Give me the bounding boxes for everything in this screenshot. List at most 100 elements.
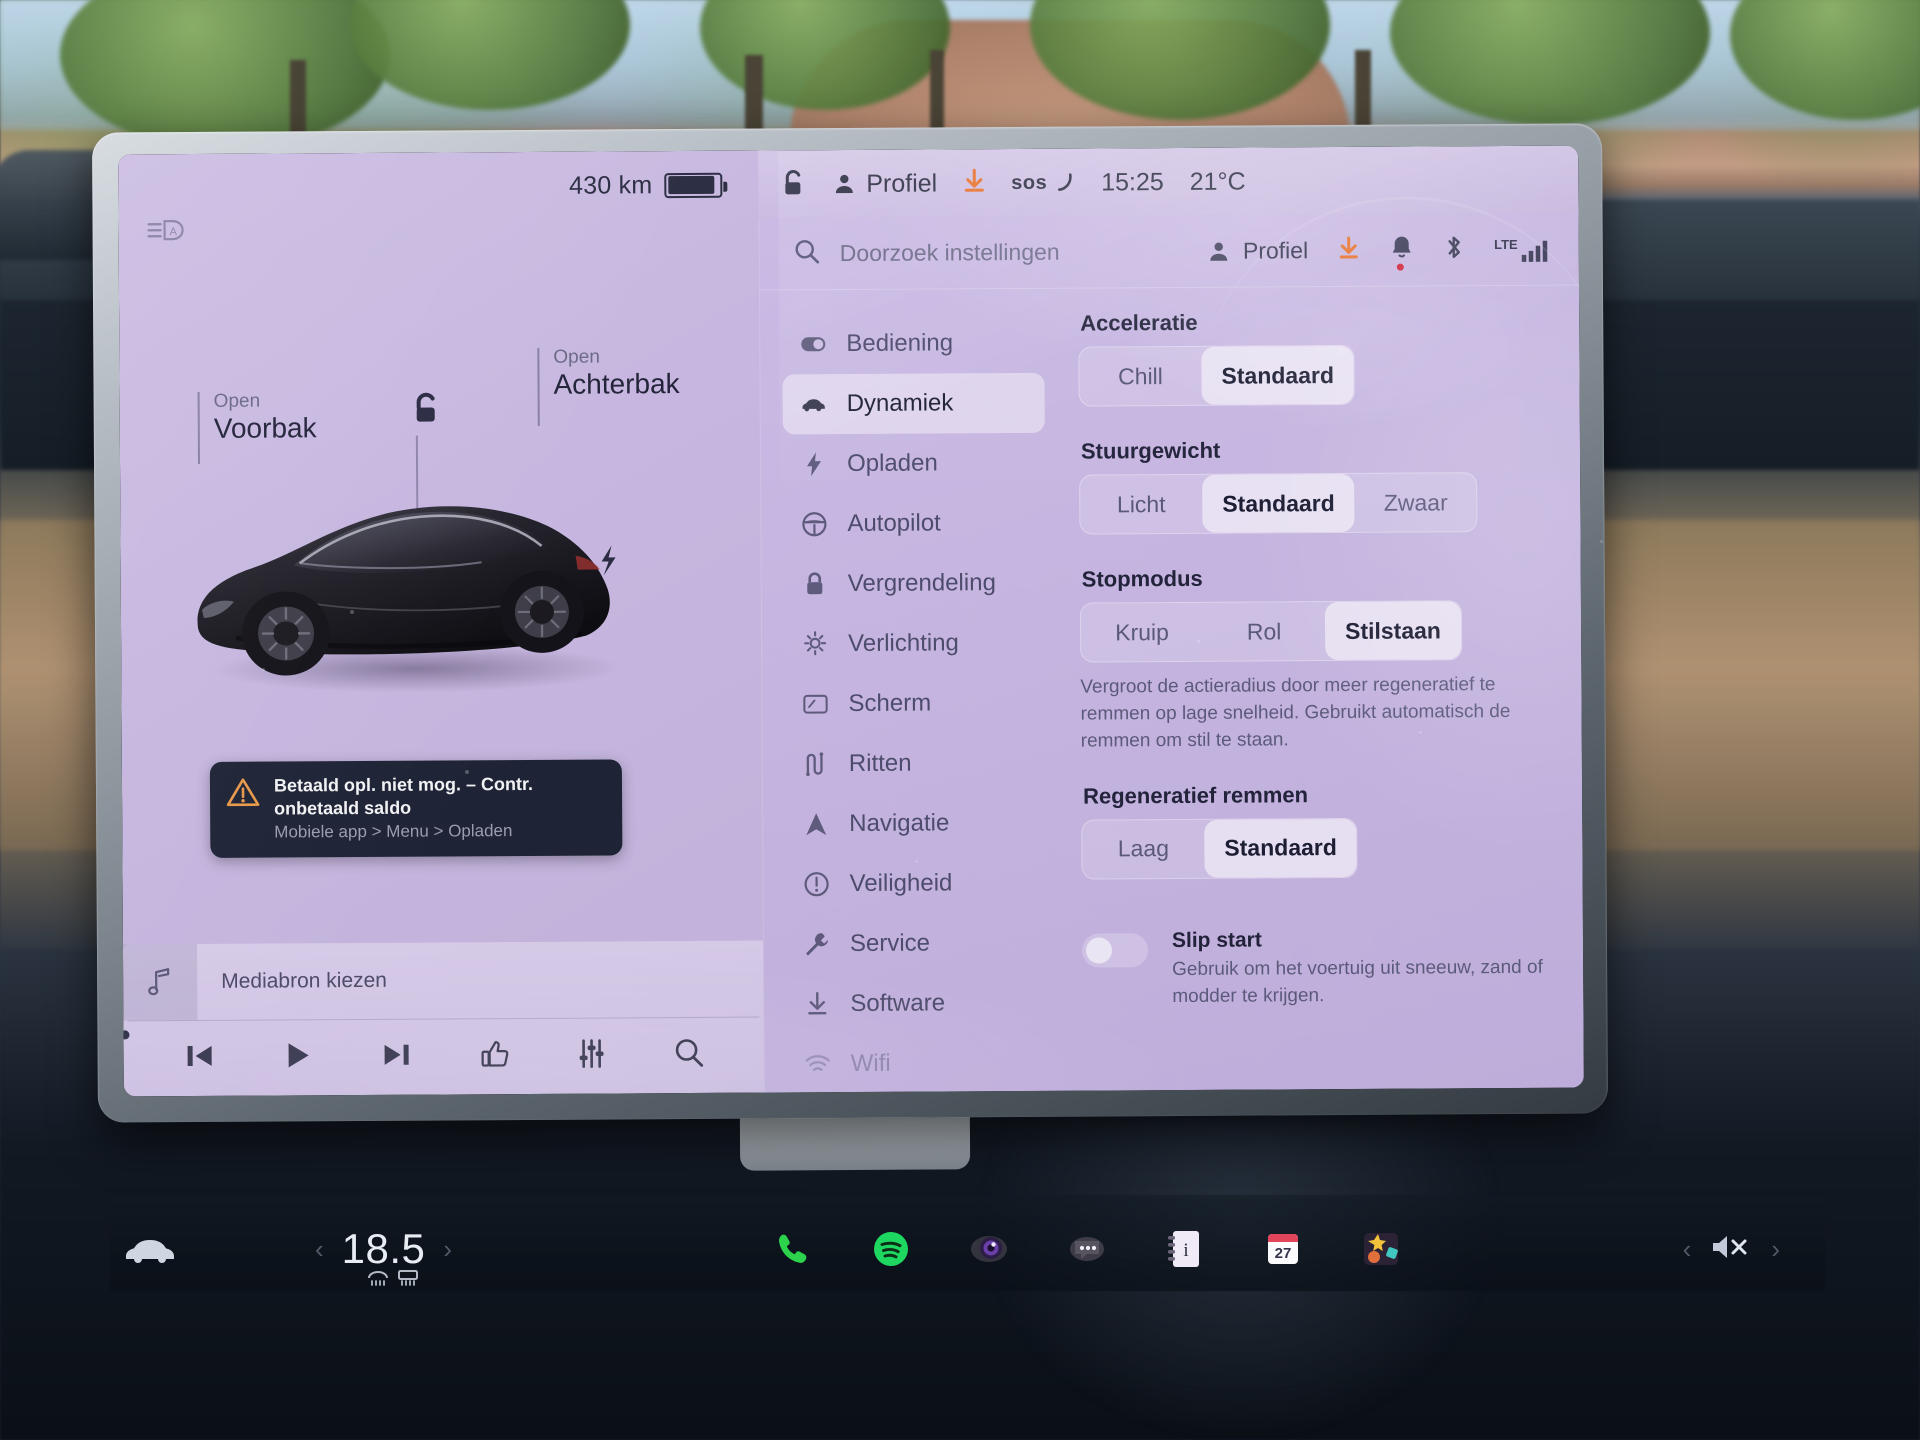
sidebar-item-scherm[interactable]: Scherm <box>784 673 1046 735</box>
notification-title: Betaald opl. niet mog. – Contr. onbetaal… <box>273 773 534 819</box>
network-type-label: LTE <box>1494 236 1518 252</box>
stopping-mode-title: Stopmodus <box>1081 565 1203 592</box>
sidebar-item-navigatie[interactable]: Navigatie <box>785 793 1047 855</box>
acceleration-option-standaard[interactable]: Standaard <box>1201 345 1355 405</box>
warning-triangle-icon <box>226 777 260 814</box>
front-defrost-icon <box>368 1271 388 1286</box>
bluetooth-icon[interactable] <box>1444 233 1464 266</box>
settings-search-input[interactable]: Doorzoek instellingen <box>840 238 1187 267</box>
cabin-temperature: 18.5 <box>341 1225 426 1272</box>
stopping-mode-option-rol[interactable]: Rol <box>1203 602 1325 661</box>
manual-app-icon[interactable]: i <box>1163 1227 1207 1271</box>
download-icon[interactable] <box>1338 235 1360 266</box>
person-icon <box>1210 242 1228 261</box>
sidebar-item-label: Service <box>849 929 931 958</box>
calendar-day: 27 <box>1275 1245 1292 1262</box>
download-icon[interactable] <box>963 168 985 199</box>
steering-option-zwaar[interactable]: Zwaar <box>1355 473 1477 532</box>
sliders-icon[interactable] <box>577 1037 607 1074</box>
search-icon[interactable] <box>673 1037 705 1074</box>
sidebar-item-label: Autopilot <box>847 509 941 538</box>
wifi-icon <box>805 1053 831 1075</box>
notification-card[interactable]: Betaald opl. niet mog. – Contr. onbetaal… <box>209 759 623 858</box>
media-source-button[interactable]: Mediabron kiezen <box>197 969 387 994</box>
sidebar-item-label: Navigatie <box>849 809 950 838</box>
phone-app-icon[interactable] <box>771 1227 815 1271</box>
signal-bars-icon[interactable]: LTE <box>1494 236 1551 262</box>
front-trunk-label: Voorbak <box>213 412 317 444</box>
person-icon <box>835 174 853 194</box>
sos-button[interactable]: sos <box>1011 171 1075 194</box>
range-readout: 430 km <box>569 170 653 200</box>
acceleration-option-chill[interactable]: Chill <box>1079 347 1201 406</box>
climate-control[interactable]: ‹ 18.5 › <box>315 1225 452 1286</box>
sidebar-item-autopilot[interactable]: Autopilot <box>783 493 1045 555</box>
chevron-left-icon[interactable]: ‹ <box>1683 1234 1692 1265</box>
profile-button[interactable]: Profiel <box>1207 237 1308 265</box>
sidebar-item-opladen[interactable]: Opladen <box>783 433 1045 495</box>
vehicle-3d-render[interactable] <box>175 449 647 702</box>
sidebar-item-veiligheid[interactable]: Veiligheid <box>785 853 1047 915</box>
settings-menu: Bediening Dynamiek Opladen Autopilot Ver… <box>760 289 1065 1093</box>
download-icon <box>804 991 830 1017</box>
stopping-mode-option-kruip[interactable]: Kruip <box>1081 603 1203 662</box>
steering-option-licht[interactable]: Licht <box>1080 475 1202 534</box>
toggle-icon <box>800 336 826 352</box>
volume-muted-icon[interactable] <box>1709 1232 1753 1267</box>
regen-braking-option-laag[interactable]: Laag <box>1082 820 1204 879</box>
calendar-app-icon[interactable]: 27 <box>1261 1227 1305 1271</box>
sidebar-item-ritten[interactable]: Ritten <box>785 733 1047 795</box>
rear-trunk-action: Open <box>553 346 600 368</box>
steering-option-standaard[interactable]: Standaard <box>1202 473 1355 533</box>
screen-mount <box>739 1109 971 1171</box>
chevron-left-icon[interactable]: ‹ <box>315 1234 324 1265</box>
notification-subtitle: Mobiele app > Menu > Opladen <box>274 821 513 842</box>
play-button[interactable] <box>282 1039 314 1076</box>
rear-trunk-label: Achterbak <box>553 367 680 400</box>
display-icon <box>802 693 828 715</box>
slip-start-toggle[interactable] <box>1081 933 1149 968</box>
unlock-icon[interactable] <box>410 390 444 435</box>
settings-content: Acceleratie Chill Standaard Stuurgewicht… <box>1060 286 1584 1091</box>
sidebar-item-vergrendeling[interactable]: Vergrendeling <box>784 553 1046 615</box>
touchscreen-bezel: 430 km Profiel sos 15:25 21°C A Open Voo… <box>91 123 1609 1123</box>
stopping-mode-option-stilstaan[interactable]: Stilstaan <box>1324 601 1462 661</box>
wrench-icon <box>804 931 830 957</box>
media-handle[interactable] <box>120 1030 130 1040</box>
spotify-app-icon[interactable] <box>869 1227 913 1271</box>
sidebar-item-wifi[interactable]: Wifi <box>787 1033 1049 1095</box>
regen-braking-option-standaard[interactable]: Standaard <box>1204 818 1358 878</box>
bolt-icon <box>801 451 827 477</box>
toybox-app-icon[interactable] <box>1359 1227 1403 1271</box>
slip-start-title: Slip start <box>1171 928 1262 952</box>
previous-track-button[interactable] <box>182 1040 216 1077</box>
messages-app-icon[interactable] <box>1065 1227 1109 1271</box>
chevron-right-icon[interactable]: › <box>443 1234 452 1265</box>
unlock-icon[interactable] <box>780 169 806 199</box>
bell-icon[interactable] <box>1390 235 1414 271</box>
main-body: A Open Voorbak Open Achterbak Betaald op… <box>119 213 1584 1097</box>
rear-trunk-control[interactable]: Open Achterbak <box>537 347 680 426</box>
sidebar-item-dynamiek[interactable]: Dynamiek <box>782 372 1045 435</box>
battery-icon <box>664 172 723 198</box>
taskbar-right: ‹ › <box>1683 1232 1780 1267</box>
thumbs-up-button[interactable] <box>479 1038 511 1075</box>
profile-button[interactable]: Profiel <box>832 169 937 199</box>
sidebar-item-service[interactable]: Service <box>786 913 1048 975</box>
tesla-ui-root: 430 km Profiel sos 15:25 21°C A Open Voo… <box>118 145 1584 1097</box>
car-front-icon[interactable] <box>115 1232 185 1266</box>
search-icon[interactable] <box>794 238 820 269</box>
steering-wheel-icon <box>801 511 827 537</box>
sidebar-item-bediening[interactable]: Bediening <box>782 313 1044 375</box>
chevron-right-icon[interactable]: › <box>1771 1234 1780 1265</box>
camera-app-icon[interactable] <box>967 1227 1011 1271</box>
rear-defrost-icon <box>398 1270 418 1286</box>
next-track-button[interactable] <box>380 1039 414 1076</box>
sos-label: sos <box>1011 171 1048 194</box>
sidebar-item-verlichting[interactable]: Verlichting <box>784 613 1046 675</box>
sidebar-item-software[interactable]: Software <box>786 973 1048 1035</box>
sidebar-item-label: Bediening <box>846 329 954 358</box>
settings-panel: Doorzoek instellingen Profiel LTE Bedien… <box>758 213 1584 1093</box>
stopping-mode-segmented-control: Kruip Rol Stilstaan <box>1079 600 1463 663</box>
svg-text:i: i <box>1184 1240 1189 1261</box>
